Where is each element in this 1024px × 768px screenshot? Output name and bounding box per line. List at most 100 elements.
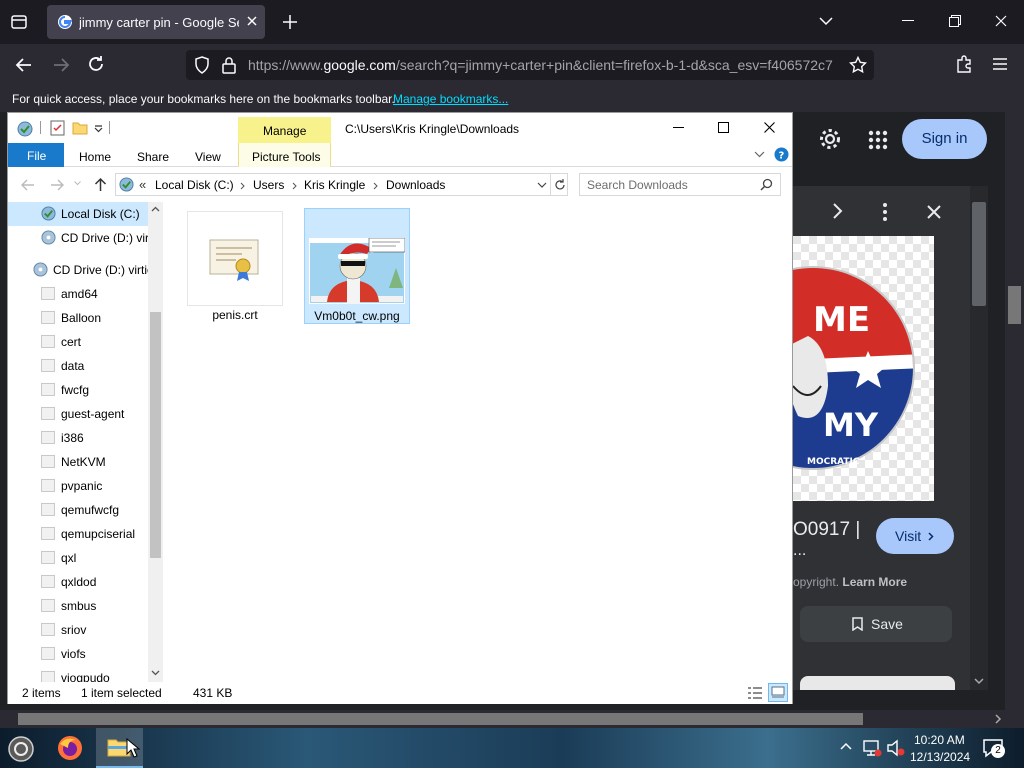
forward-arrow-icon[interactable] bbox=[50, 179, 64, 191]
tab-share[interactable]: Share bbox=[137, 150, 169, 164]
nav-folder-balloon[interactable]: Balloon bbox=[8, 306, 148, 330]
explorer-close-icon[interactable] bbox=[764, 122, 775, 133]
panel-scrollbar[interactable] bbox=[970, 186, 988, 690]
navigation-scrollbar-thumb[interactable] bbox=[150, 312, 161, 558]
close-tab-icon[interactable] bbox=[245, 14, 259, 28]
settings-gear-icon[interactable] bbox=[817, 126, 843, 152]
nav-folder-pvpanic[interactable]: pvpanic bbox=[8, 474, 148, 498]
learn-more-link[interactable]: Learn More bbox=[842, 575, 907, 589]
tab-file[interactable]: File bbox=[8, 143, 64, 167]
browser-tab-active[interactable]: jimmy carter pin - Google Search bbox=[47, 5, 265, 39]
visit-button[interactable]: Visit bbox=[876, 518, 954, 554]
horizontal-scrollbar-thumb[interactable] bbox=[18, 713, 863, 725]
address-bar[interactable]: « Local Disk (C:) Users Kris Kringle Dow… bbox=[115, 173, 568, 196]
tab-view[interactable]: View bbox=[195, 150, 221, 164]
new-tab-icon[interactable] bbox=[282, 14, 298, 30]
nav-item-cd-drive[interactable]: CD Drive (D:) virtio-win bbox=[8, 226, 148, 250]
network-icon[interactable] bbox=[862, 739, 882, 757]
show-hidden-icons-chevron-icon[interactable] bbox=[840, 742, 852, 750]
nav-folder-qxldod[interactable]: qxldod bbox=[8, 570, 148, 594]
file-item-penis-crt[interactable]: penis.crt bbox=[187, 211, 283, 323]
volume-muted-icon[interactable] bbox=[886, 739, 906, 757]
clock-date[interactable]: 12/13/2024 bbox=[910, 750, 970, 764]
breadcrumb-local-disk[interactable]: Local Disk (C:) bbox=[155, 178, 234, 192]
details-view-icon[interactable] bbox=[747, 686, 763, 700]
breadcrumb-users[interactable]: Users bbox=[253, 178, 284, 192]
reload-icon[interactable] bbox=[87, 55, 105, 73]
breadcrumb-separator-icon[interactable] bbox=[240, 182, 245, 190]
taskbar-firefox[interactable] bbox=[56, 734, 84, 762]
scroll-right-icon[interactable] bbox=[994, 714, 1002, 724]
start-button[interactable] bbox=[8, 736, 34, 762]
jimmy-carter-pin-image[interactable]: ME MY MOCRATIC bbox=[793, 236, 934, 501]
quick-access-dropdown-icon[interactable] bbox=[94, 125, 103, 133]
tab-picture-tools[interactable]: Picture Tools bbox=[238, 143, 331, 167]
url-text[interactable]: https://www.google.com/search?q=jimmy+ca… bbox=[248, 57, 833, 73]
sign-in-button[interactable]: Sign in bbox=[902, 119, 987, 159]
nav-folder-qemufwcfg[interactable]: qemufwcfg bbox=[8, 498, 148, 522]
more-options-icon[interactable] bbox=[882, 203, 888, 221]
refresh-icon[interactable] bbox=[554, 178, 566, 191]
nav-folder-netkvm[interactable]: NetKVM bbox=[8, 450, 148, 474]
action-center-button[interactable]: 2 bbox=[982, 738, 1005, 758]
panel-scroll-down-icon[interactable] bbox=[974, 677, 984, 685]
minimize-window-icon[interactable] bbox=[902, 20, 914, 22]
explorer-minimize-icon[interactable] bbox=[673, 127, 685, 129]
nav-folder-guest-agent[interactable]: guest-agent bbox=[8, 402, 148, 426]
scroll-up-icon[interactable] bbox=[151, 206, 160, 212]
tracking-protection-shield-icon[interactable] bbox=[194, 56, 210, 74]
hamburger-menu-icon[interactable] bbox=[992, 57, 1008, 71]
explorer-maximize-icon[interactable] bbox=[718, 122, 729, 133]
new-folder-icon[interactable] bbox=[72, 121, 88, 135]
url-bar[interactable]: https://www.google.com/search?q=jimmy+ca… bbox=[186, 50, 874, 80]
recent-locations-chevron-icon[interactable] bbox=[74, 181, 81, 186]
nav-folder-smbus[interactable]: smbus bbox=[8, 594, 148, 618]
page-vertical-scrollbar[interactable] bbox=[1005, 112, 1024, 710]
breadcrumb-downloads[interactable]: Downloads bbox=[386, 178, 445, 192]
help-icon[interactable]: ? bbox=[774, 147, 789, 162]
bookmark-star-icon[interactable] bbox=[849, 56, 867, 74]
nav-folder-data[interactable]: data bbox=[8, 354, 148, 378]
nav-folder-viofs[interactable]: viofs bbox=[8, 642, 148, 666]
manage-contextual-tab[interactable]: Manage bbox=[238, 117, 331, 143]
list-all-tabs-chevron-icon[interactable] bbox=[818, 15, 834, 27]
related-image-thumbnail[interactable] bbox=[800, 676, 955, 690]
nav-folder-cert[interactable]: cert bbox=[8, 330, 148, 354]
manage-bookmarks-link[interactable]: Manage bookmarks... bbox=[393, 92, 508, 106]
breadcrumb-separator-icon[interactable] bbox=[292, 182, 297, 190]
restore-window-icon[interactable] bbox=[949, 15, 961, 27]
nav-folder-qemupciserial[interactable]: qemupciserial bbox=[8, 522, 148, 546]
nav-folder-fwcfg[interactable]: fwcfg bbox=[8, 378, 148, 402]
breadcrumb-overflow[interactable]: « bbox=[139, 177, 146, 192]
google-apps-icon[interactable] bbox=[868, 130, 888, 150]
nav-item-local-disk[interactable]: Local Disk (C:) bbox=[8, 202, 148, 226]
large-icons-view-button[interactable] bbox=[768, 683, 788, 702]
explorer-title-bar[interactable]: Manage C:\Users\Kris Kringle\Downloads bbox=[8, 113, 792, 143]
save-button[interactable]: Save bbox=[800, 606, 952, 642]
extensions-puzzle-icon[interactable] bbox=[955, 55, 973, 73]
next-image-chevron-icon[interactable] bbox=[831, 202, 845, 220]
nav-folder-sriov[interactable]: sriov bbox=[8, 618, 148, 642]
lock-icon[interactable] bbox=[222, 56, 236, 74]
properties-icon[interactable] bbox=[50, 120, 65, 136]
address-history-chevron-icon[interactable] bbox=[537, 182, 547, 188]
back-arrow-icon[interactable] bbox=[21, 179, 35, 191]
nav-folder-i386[interactable]: i386 bbox=[8, 426, 148, 450]
nav-item-cd-drive-root[interactable]: CD Drive (D:) virtio-win bbox=[8, 258, 148, 282]
file-item-vm0b0t-cw-png[interactable]: Vm0b0t_cw.png bbox=[304, 208, 410, 324]
navigation-scrollbar[interactable] bbox=[148, 202, 163, 682]
page-horizontal-scrollbar[interactable] bbox=[0, 710, 1024, 728]
scroll-down-icon[interactable] bbox=[151, 670, 160, 676]
breadcrumb-kris-kringle[interactable]: Kris Kringle bbox=[304, 178, 365, 192]
clock-time[interactable]: 10:20 AM bbox=[914, 733, 965, 747]
nav-folder-viogpudo[interactable]: viogpudo bbox=[8, 666, 148, 682]
expand-ribbon-chevron-icon[interactable] bbox=[754, 151, 765, 158]
forward-arrow-icon[interactable] bbox=[52, 56, 70, 74]
breadcrumb-separator-icon[interactable] bbox=[373, 182, 378, 190]
close-window-icon[interactable] bbox=[995, 15, 1007, 27]
tab-list-icon[interactable] bbox=[10, 13, 28, 31]
back-arrow-icon[interactable] bbox=[15, 56, 33, 74]
search-icon[interactable] bbox=[760, 178, 773, 191]
tab-home[interactable]: Home bbox=[79, 150, 111, 164]
search-downloads-input[interactable]: Search Downloads bbox=[579, 173, 781, 196]
